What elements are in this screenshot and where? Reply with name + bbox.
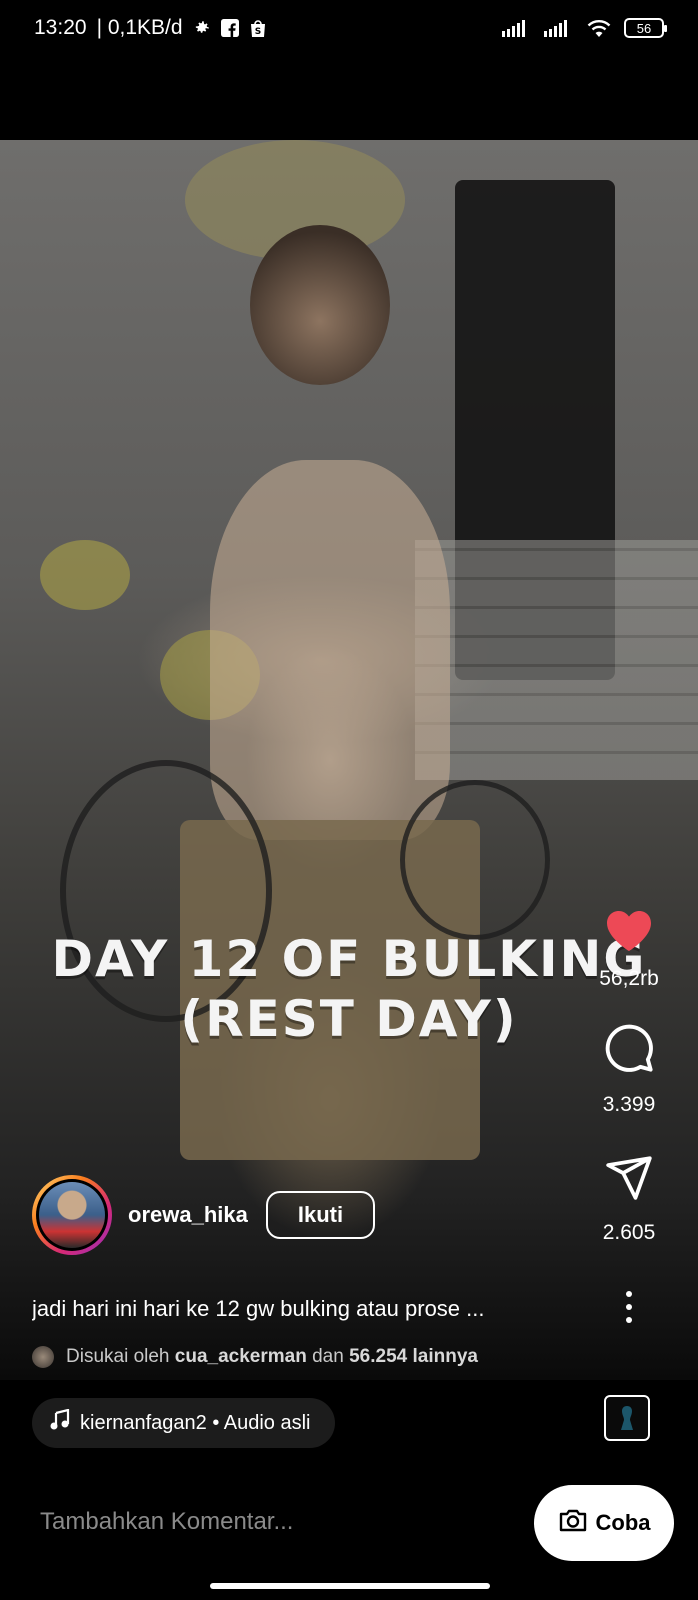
audio-thumbnail-image [621, 1406, 633, 1430]
person-head [250, 225, 390, 385]
audio-thumbnail[interactable] [604, 1395, 650, 1441]
author-row: orewa_hika Ikuti [32, 1175, 376, 1255]
liked-by-row[interactable]: Disukai oleh cua_ackerman dan 56.254 lai… [32, 1346, 478, 1368]
author-avatar[interactable] [32, 1175, 112, 1255]
battery-icon: 56 [624, 18, 667, 38]
liked-by-middle: dan [312, 1346, 344, 1367]
signal-icon [502, 19, 532, 37]
audio-pill[interactable]: kiernanfagan2 • Audio asli [32, 1398, 335, 1448]
reel-caption[interactable]: jadi hari ini hari ke 12 gw bulking atau… [32, 1296, 592, 1322]
heart-icon[interactable] [604, 908, 654, 957]
more-options-button[interactable] [590, 1290, 668, 1329]
signal-icon [544, 19, 574, 37]
liked-by-avatar [32, 1346, 54, 1368]
status-time: 13:20 [34, 16, 87, 39]
like-count: 56,2rb [599, 967, 659, 990]
more-vertical-icon[interactable] [624, 1290, 634, 1329]
avatar-image [39, 1182, 105, 1248]
battery-level: 56 [636, 20, 652, 36]
wall-flower-decoration [40, 540, 130, 610]
share-count: 2.605 [602, 1221, 656, 1244]
comment-button[interactable]: 3.399 [590, 1022, 668, 1117]
shopee-icon: S [249, 18, 267, 38]
audio-label: kiernanfagan2 • Audio asli [80, 1411, 311, 1434]
wifi-icon [586, 18, 612, 38]
music-note-icon [50, 1408, 70, 1437]
avatar-ring [36, 1179, 108, 1251]
status-left: 13:20 | 0,1KB/d S [34, 16, 267, 40]
camera-button-label: Coba [595, 1510, 651, 1535]
share-button[interactable]: 2.605 [590, 1152, 668, 1245]
status-bar: 13:20 | 0,1KB/d S 56 [0, 0, 698, 56]
home-indicator[interactable] [210, 1583, 490, 1589]
status-right: 56 [502, 18, 667, 38]
facebook-icon [220, 19, 239, 37]
brick-wall [415, 540, 698, 780]
comment-bar: Coba [0, 1465, 698, 1600]
camera-icon [558, 1507, 588, 1539]
status-network-speed: | 0,1KB/d [96, 16, 183, 39]
liked-by-user[interactable]: cua_ackerman [175, 1346, 307, 1367]
author-username[interactable]: orewa_hika [128, 1202, 248, 1228]
comment-input[interactable] [38, 1507, 482, 1537]
comment-count: 3.399 [602, 1093, 656, 1116]
liked-by-prefix: Disukai oleh [66, 1346, 170, 1367]
svg-text:S: S [254, 27, 260, 37]
comment-icon[interactable] [603, 1022, 655, 1079]
follow-button[interactable]: Ikuti [265, 1191, 376, 1239]
camera-try-button[interactable]: Coba [534, 1485, 674, 1561]
person-torso [210, 460, 450, 840]
paper-plane-icon[interactable] [604, 1152, 654, 1207]
liked-by-others[interactable]: 56.254 lainnya [349, 1346, 478, 1367]
bicycle-wheel [400, 780, 550, 940]
like-button[interactable]: 56,2rb [590, 908, 668, 991]
gear-icon [193, 19, 211, 37]
